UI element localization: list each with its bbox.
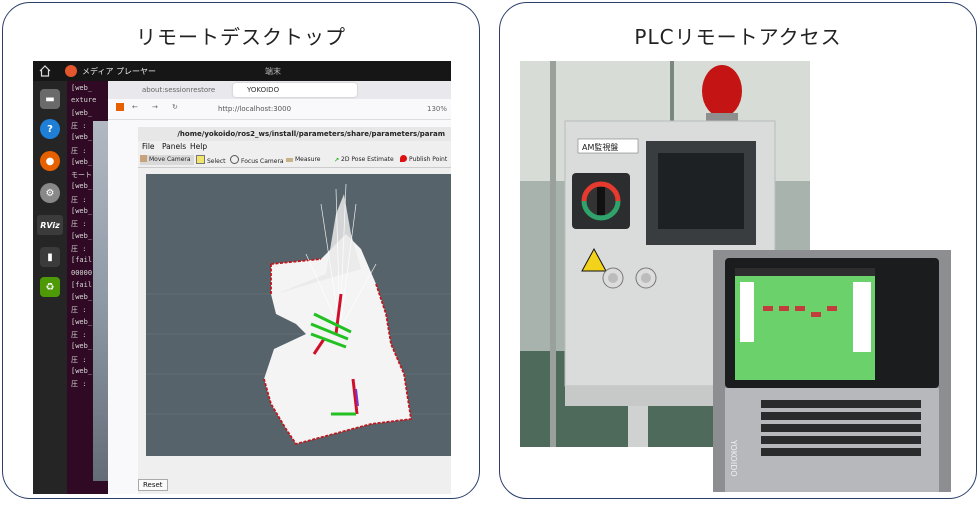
terminal-line: [web_ xyxy=(71,293,93,302)
terminal-line: 00000 xyxy=(71,268,93,277)
rviz-dock-label: RViz xyxy=(40,220,60,230)
rviz-icon[interactable]: RViz xyxy=(37,215,63,235)
rviz-3d-view[interactable] xyxy=(146,174,451,456)
laptop-brand-label: YOKOIDO xyxy=(729,439,738,477)
terminal-line: 圧 : xyxy=(71,244,87,253)
panel-label-plate: AM監視盤 xyxy=(582,142,618,152)
tool-publish-point-label: Publish Point xyxy=(409,156,448,163)
top-bar-center-label[interactable]: 端末 xyxy=(265,66,281,77)
plc-remote-access-title: PLCリモートアクセス xyxy=(634,25,842,49)
terminal-line: [web_ xyxy=(71,231,93,240)
focus-camera-icon xyxy=(230,155,239,164)
trash-icon[interactable]: ♻ xyxy=(40,277,60,297)
menu-help[interactable]: Help xyxy=(190,142,207,151)
terminal-line: [web_ xyxy=(71,317,93,326)
terminal-line: [web_ xyxy=(71,108,93,117)
ubuntu-top-bar: メディア プレーヤー 端末 xyxy=(33,61,451,81)
active-app-name: メディア プレーヤー xyxy=(82,67,156,76)
firefox-icon[interactable]: ● xyxy=(40,151,60,171)
help-icon[interactable]: ? xyxy=(40,119,60,139)
reset-button[interactable]: Reset xyxy=(138,479,168,491)
tool-move-camera[interactable]: Move Camera xyxy=(140,155,194,165)
terminal-line: [web_ xyxy=(71,182,93,191)
tool-measure-label: Measure xyxy=(295,156,321,163)
terminal-line: [web_ xyxy=(71,84,93,92)
tool-measure[interactable]: Measure xyxy=(286,155,321,165)
menu-panels[interactable]: Panels xyxy=(162,142,186,151)
rviz-menu-bar: File Panels Help xyxy=(138,141,451,153)
terminal-line: 圧 : xyxy=(71,220,87,229)
ubuntu-dock: ▬ ? ● ⚙ RViz ▮ ♻ xyxy=(33,81,67,494)
browser-tab-bar: about:sessionrestore YOKOIDO xyxy=(108,81,451,99)
url-bar[interactable]: http://localhost:3000 xyxy=(212,102,408,116)
remote-desktop-panel: リモートデスクトップ メディア プレーヤー 端末 ▬ ? ● ⚙ RViz ▮ … xyxy=(2,2,480,499)
tool-focus-camera[interactable]: Focus Camera xyxy=(230,155,284,165)
tool-2d-pose-estimate-label: 2D Pose Estimate xyxy=(341,156,394,163)
terminal-line: モート xyxy=(71,171,92,180)
tab-yokoido[interactable]: YOKOIDO xyxy=(233,83,357,97)
tool-select-label: Select xyxy=(207,158,226,165)
back-arrow-icon[interactable]: ← xyxy=(132,103,138,111)
terminal-line: [web_ xyxy=(71,207,93,215)
zoom-level[interactable]: 130% xyxy=(427,105,447,113)
rviz-bottom-bar: Reset xyxy=(138,457,451,494)
select-icon xyxy=(196,155,205,164)
rviz-toolbar: Move Camera Select Focus Camera Measure … xyxy=(138,153,451,168)
settings-gear-icon[interactable]: ⚙ xyxy=(40,183,60,203)
terminal-line: [fail xyxy=(71,280,93,289)
terminal-line: 圧 : xyxy=(71,195,87,204)
pose-estimate-arrow-icon: ↗ xyxy=(334,157,340,164)
move-camera-icon xyxy=(140,155,147,162)
tool-publish-point[interactable]: Publish Point xyxy=(400,155,447,165)
tool-move-camera-label: Move Camera xyxy=(149,156,191,163)
occupancy-map xyxy=(146,183,451,446)
tool-select[interactable]: Select xyxy=(196,155,226,165)
browser-sidebar-icon[interactable] xyxy=(116,103,124,111)
remote-desktop-screenshot[interactable]: メディア プレーヤー 端末 ▬ ? ● ⚙ RViz ▮ ♻ [web_extu… xyxy=(33,61,451,494)
terminal-line: [web_ xyxy=(71,366,93,375)
terminal-line: [web_ xyxy=(71,157,93,166)
terminal-line: [fail xyxy=(71,256,93,265)
home-icon[interactable] xyxy=(39,65,51,77)
tab-session-restore-label: about:sessionrestore xyxy=(142,86,216,94)
terminal-line: 圧 : xyxy=(71,121,87,130)
usb-drive-icon[interactable]: ▮ xyxy=(40,247,60,267)
terminal-line: [web_ xyxy=(71,342,93,351)
laptop-hmi-photo: YOKOIDO xyxy=(713,250,951,492)
tool-2d-pose-estimate[interactable]: ↗ 2D Pose Estimate xyxy=(334,155,394,165)
menu-file[interactable]: File xyxy=(142,142,155,151)
rviz-window[interactable]: /home/yokoido/ros2_ws/install/parameters… xyxy=(138,127,451,494)
terminal-line: 圧 : xyxy=(71,331,87,339)
terminal-line: 圧 : xyxy=(71,146,87,155)
tool-focus-camera-label: Focus Camera xyxy=(241,158,284,165)
measure-icon xyxy=(286,158,293,162)
terminal-line: 圧 : xyxy=(71,380,87,389)
url-text: http://localhost:3000 xyxy=(218,105,292,113)
terminal-line: 圧 : xyxy=(71,355,87,364)
tab-session-restore[interactable]: about:sessionrestore xyxy=(128,83,242,97)
files-folder-icon[interactable]: ▬ xyxy=(40,89,60,109)
remote-desktop-title: リモートデスクトップ xyxy=(136,25,346,49)
tab-yokoido-label: YOKOIDO xyxy=(247,86,280,94)
browser-nav-bar: ← → ↻ http://localhost:3000 130% xyxy=(108,99,451,120)
plc-remote-access-panel: PLCリモートアクセス AM監視盤 YOKOIDO xyxy=(499,2,977,499)
media-player-icon[interactable] xyxy=(65,65,77,77)
publish-point-pin-icon xyxy=(400,155,407,162)
forward-arrow-icon[interactable]: → xyxy=(152,103,158,111)
terminal-line: exture xyxy=(71,96,97,105)
reload-icon[interactable]: ↻ xyxy=(172,103,178,111)
terminal-line: [web_ xyxy=(71,133,93,142)
rviz-window-title: /home/yokoido/ros2_ws/install/parameters… xyxy=(138,127,451,141)
terminal-line: 圧 : xyxy=(71,306,87,315)
